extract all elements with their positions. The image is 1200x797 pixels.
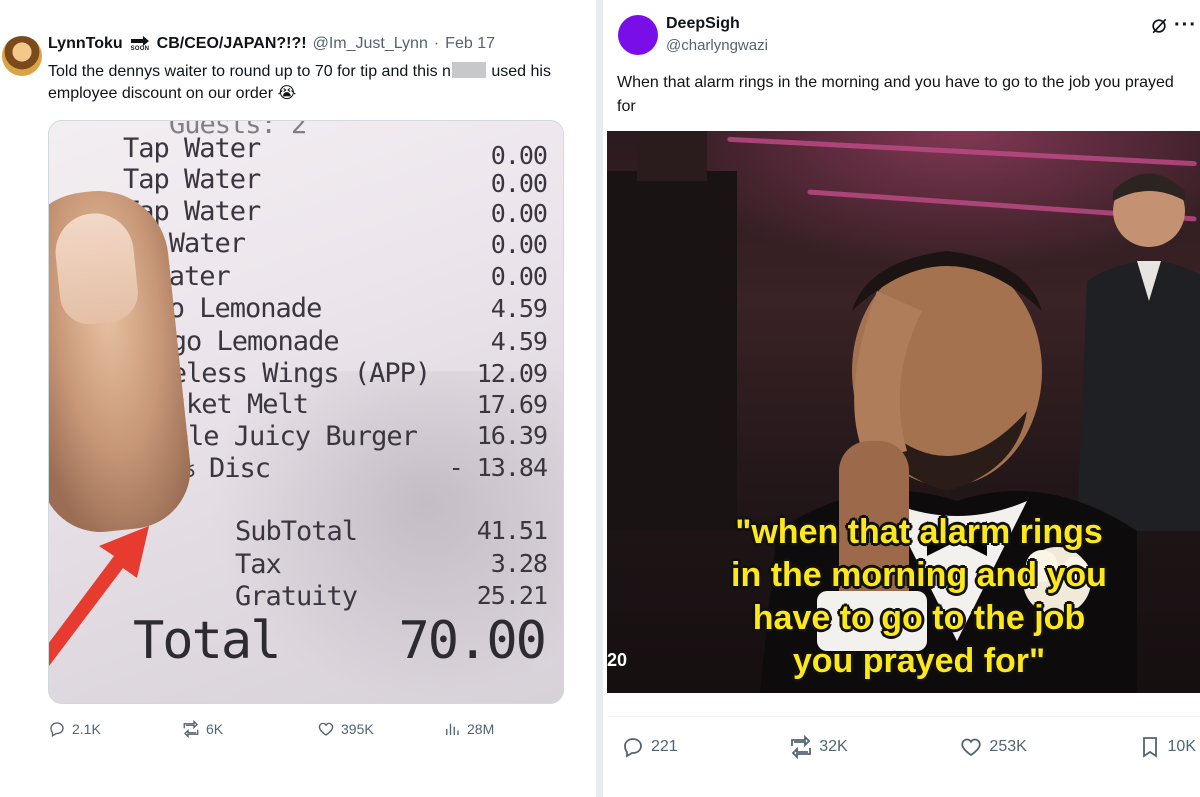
user-handle[interactable]: @charlyngwazi xyxy=(666,37,768,54)
video-caption: "when that alarm rings in the morning an… xyxy=(669,511,1169,683)
tweet-text-part1: Told the dennys waiter to round up to 70… xyxy=(48,63,451,80)
caption-line: "when that alarm rings xyxy=(735,513,1103,551)
receipt-item-value: 17.69 xyxy=(476,390,548,419)
views-chart-icon xyxy=(446,723,459,735)
like-count: 395K xyxy=(341,721,374,737)
repost-count: 32K xyxy=(819,738,848,755)
avatar[interactable] xyxy=(2,36,42,76)
total-value: 70.00 xyxy=(398,611,547,671)
avatar[interactable] xyxy=(618,15,658,55)
caption-line: in the morning and you xyxy=(731,556,1107,594)
repost-button[interactable]: 6K xyxy=(182,720,317,738)
repost-button[interactable]: 32K xyxy=(789,735,959,759)
arrow-soon-icon: SOON xyxy=(129,35,151,53)
receipt-photo[interactable]: Guests: 2 Tap Water 0.00 Tap Water 0.00 … xyxy=(48,120,564,704)
repost-icon xyxy=(791,735,812,759)
reply-button[interactable]: 221 xyxy=(621,735,789,759)
tweet-text: When that alarm rings in the morning and… xyxy=(617,74,1174,115)
reply-icon xyxy=(624,738,642,758)
divider xyxy=(607,716,1200,717)
tweet-date[interactable]: Feb 17 xyxy=(445,35,495,53)
tweet-actions: 2.1K 6K 395K 28M xyxy=(48,720,548,738)
like-button[interactable]: 253K xyxy=(959,735,1137,759)
separator-dot: · xyxy=(433,35,440,52)
gratuity-label: Gratuity xyxy=(235,581,358,612)
reply-count: 221 xyxy=(651,738,678,755)
tweet-text: Told the dennys waiter to round up to 70… xyxy=(48,61,596,105)
receipt-item-value: 0.00 xyxy=(490,262,548,291)
more-options-icon[interactable]: ··· xyxy=(1174,14,1197,37)
tax-value: 3.28 xyxy=(490,549,548,578)
subtotal-value: 41.51 xyxy=(476,516,548,545)
receipt-item-value: 4.59 xyxy=(490,294,548,323)
user-handle[interactable]: @Im_Just_Lynn xyxy=(313,35,428,53)
display-name-suffix[interactable]: CB/CEO/JAPAN?!?! xyxy=(157,35,307,53)
gratuity-value: 25.21 xyxy=(476,581,548,610)
like-button[interactable]: 395K xyxy=(317,720,443,738)
receipt-item-value: 12.09 xyxy=(476,359,548,388)
grok-icon[interactable] xyxy=(1149,16,1169,36)
receipt-item-value: 0.00 xyxy=(490,141,548,170)
tax-label: Tax xyxy=(235,549,282,580)
discount-value: - 13.84 xyxy=(448,453,548,482)
background-person-left xyxy=(607,131,737,531)
soon-label: SOON xyxy=(130,46,150,52)
like-count: 253K xyxy=(989,738,1027,755)
receipt-item-value: 0.00 xyxy=(490,199,548,228)
display-name[interactable]: LynnToku xyxy=(48,35,123,53)
panel-gutter xyxy=(596,0,603,797)
reply-count: 2.1K xyxy=(72,721,101,737)
tweet-actions: 221 32K 253K 10K xyxy=(621,735,1196,759)
display-name[interactable]: DeepSigh xyxy=(666,15,740,33)
redaction-block xyxy=(451,62,486,78)
heart-icon xyxy=(318,722,334,736)
repost-count: 6K xyxy=(206,721,224,737)
bookmark-icon xyxy=(1142,737,1157,758)
receipt-item-value: 0.00 xyxy=(490,169,548,198)
thumbnail-nail xyxy=(51,209,141,328)
caption-line: have to go to the job xyxy=(752,599,1086,637)
tweet-header: LynnToku SOON CB/CEO/JAPAN?!?! @Im_Just_… xyxy=(48,35,495,53)
subtotal-label: SubTotal xyxy=(235,516,358,547)
views-button[interactable]: 28M xyxy=(443,720,494,738)
view-count: 28M xyxy=(467,721,495,737)
receipt-item-value: 0.00 xyxy=(490,230,548,259)
receipt-item-label: Tap Water xyxy=(123,164,261,195)
receipt-item-value: 16.39 xyxy=(476,421,548,450)
red-arrow-icon xyxy=(49,526,149,666)
repost-icon xyxy=(183,720,199,738)
reply-button[interactable]: 2.1K xyxy=(48,720,182,738)
heart-icon xyxy=(961,738,982,757)
receipt-item-label: Tap Water xyxy=(123,133,261,164)
video-timecode: 20 xyxy=(607,650,628,670)
video-player[interactable]: "when that alarm rings in the morning an… xyxy=(607,131,1200,693)
bookmark-count: 10K xyxy=(1167,738,1196,755)
caption-line: you prayed for" xyxy=(792,642,1046,680)
bookmark-button[interactable]: 10K xyxy=(1138,735,1196,759)
right-tweet: DeepSigh @charlyngwazi ··· When that ala… xyxy=(603,0,1200,797)
left-tweet: LynnToku SOON CB/CEO/JAPAN?!?! @Im_Just_… xyxy=(0,0,596,797)
receipt-item-value: 4.59 xyxy=(490,327,548,356)
reply-icon xyxy=(50,722,64,737)
